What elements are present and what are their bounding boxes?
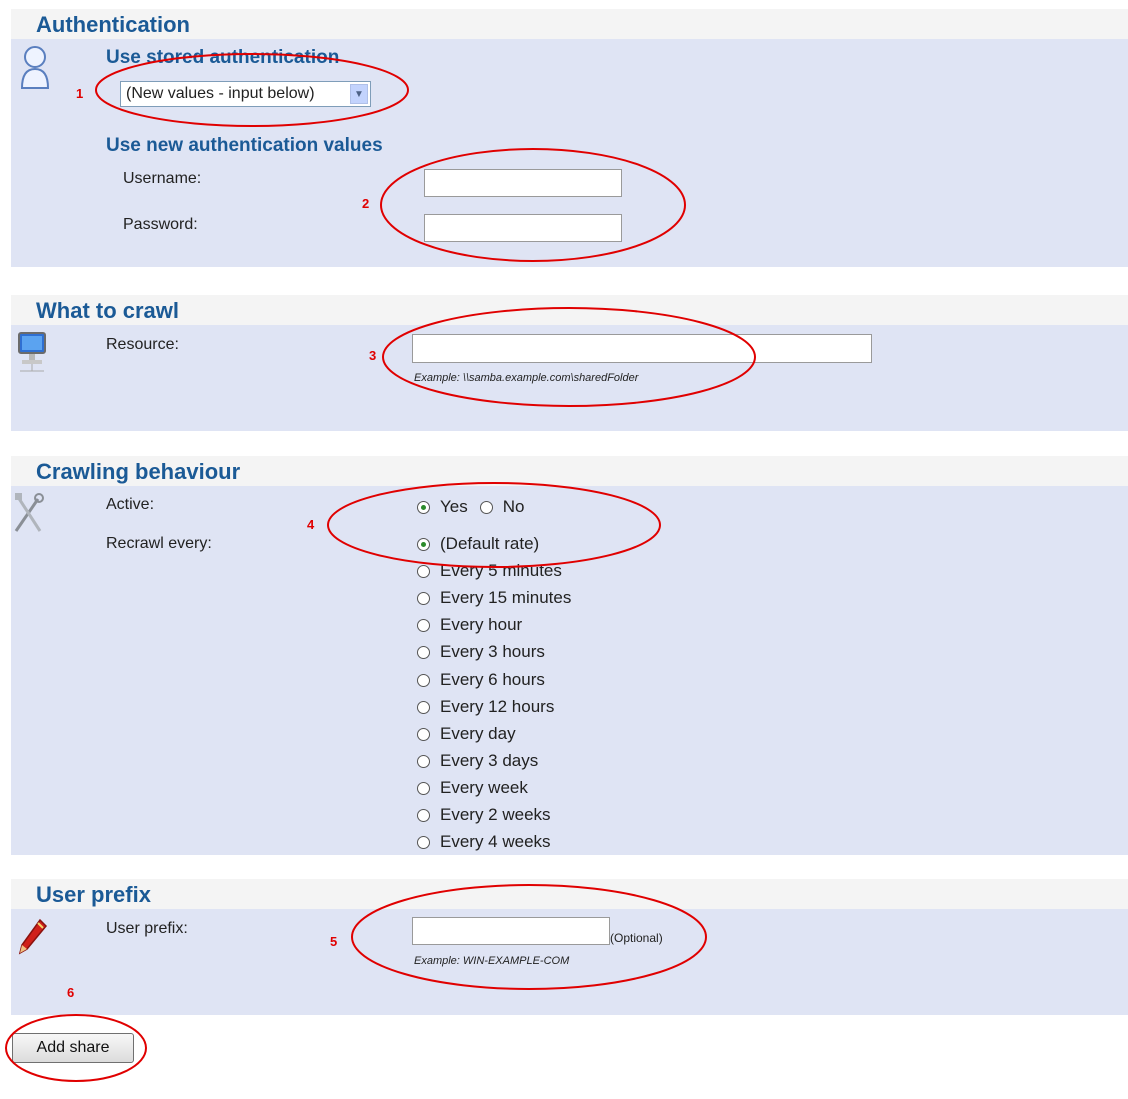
recrawl-option-radio[interactable] bbox=[417, 700, 430, 714]
annotation-6: 6 bbox=[67, 985, 75, 1000]
username-input[interactable] bbox=[424, 169, 622, 197]
user-prefix-label: User prefix: bbox=[106, 920, 188, 937]
recrawl-option-label: Every 3 days bbox=[440, 751, 539, 770]
active-label: Active: bbox=[106, 496, 155, 513]
recrawl-option-radio[interactable] bbox=[417, 645, 430, 659]
recrawl-option-label: Every 6 hours bbox=[440, 670, 545, 689]
computer-icon bbox=[16, 331, 48, 375]
recrawl-option-label: Every day bbox=[440, 724, 516, 743]
new-auth-heading: Use new authentication values bbox=[106, 135, 383, 156]
stored-auth-heading: Use stored authentication bbox=[106, 47, 340, 68]
active-yes-label: Yes bbox=[440, 497, 468, 516]
recrawl-option-radio[interactable] bbox=[417, 808, 430, 822]
recrawl-option: (Default rate) bbox=[417, 532, 539, 556]
recrawl-option-radio[interactable] bbox=[417, 781, 430, 795]
recrawl-option: Every day bbox=[417, 722, 516, 746]
password-label: Password: bbox=[123, 216, 198, 233]
resource-example: Example: \\samba.example.com\sharedFolde… bbox=[414, 372, 639, 384]
recrawl-option: Every 3 hours bbox=[417, 640, 545, 664]
recrawl-label: Recrawl every: bbox=[106, 535, 212, 552]
recrawl-option: Every hour bbox=[417, 613, 522, 637]
pen-icon bbox=[16, 917, 48, 957]
resource-label: Resource: bbox=[106, 336, 179, 353]
recrawl-option-label: Every hour bbox=[440, 615, 523, 634]
recrawl-option: Every 4 weeks bbox=[417, 830, 551, 854]
user-prefix-input[interactable] bbox=[412, 917, 610, 945]
user-icon bbox=[18, 44, 52, 90]
recrawl-option: Every 2 weeks bbox=[417, 803, 551, 827]
chevron-down-icon[interactable]: ▼ bbox=[350, 84, 368, 104]
recrawl-option-radio[interactable] bbox=[417, 537, 430, 551]
recrawl-option-label: Every 4 weeks bbox=[440, 832, 551, 851]
recrawl-option-label: Every 3 hours bbox=[440, 642, 545, 661]
authentication-title: Authentication bbox=[36, 12, 190, 37]
recrawl-option-radio[interactable] bbox=[417, 673, 430, 687]
resource-input[interactable] bbox=[412, 334, 872, 363]
recrawl-option-radio[interactable] bbox=[417, 835, 430, 849]
user-prefix-example: Example: WIN-EXAMPLE-COM bbox=[414, 955, 570, 967]
active-no-radio[interactable] bbox=[479, 500, 493, 514]
recrawl-option-radio[interactable] bbox=[417, 564, 430, 578]
annotation-1: 1 bbox=[76, 86, 84, 101]
recrawl-option: Every 6 hours bbox=[417, 668, 545, 692]
recrawl-option: Every 5 minutes bbox=[417, 559, 562, 583]
recrawl-option-radio[interactable] bbox=[417, 618, 430, 632]
password-input[interactable] bbox=[424, 214, 622, 242]
active-yes-radio[interactable] bbox=[417, 500, 430, 514]
recrawl-option-label: Every 5 minutes bbox=[440, 561, 562, 580]
recrawl-option-label: Every 2 weeks bbox=[440, 805, 551, 824]
username-label: Username: bbox=[123, 170, 202, 187]
active-radio-group: Yes No bbox=[417, 495, 524, 519]
tools-icon bbox=[12, 491, 44, 535]
recrawl-option-label: (Default rate) bbox=[440, 534, 540, 553]
annotation-5: 5 bbox=[330, 934, 338, 949]
recrawl-option-radio[interactable] bbox=[417, 754, 430, 768]
recrawl-option-radio[interactable] bbox=[417, 727, 430, 741]
recrawl-option: Every 15 minutes bbox=[417, 586, 571, 610]
what-to-crawl-title: What to crawl bbox=[36, 298, 180, 323]
recrawl-option: Every week bbox=[417, 776, 528, 800]
active-no-label: No bbox=[502, 497, 525, 516]
optional-note: (Optional) bbox=[610, 931, 663, 945]
recrawl-option: Every 3 days bbox=[417, 749, 538, 773]
stored-auth-select-value: (New values - input below) bbox=[126, 85, 315, 102]
user-prefix-title: User prefix bbox=[36, 882, 151, 907]
recrawl-option-label: Every week bbox=[440, 778, 528, 797]
crawling-title: Crawling behaviour bbox=[36, 459, 241, 484]
annotation-4: 4 bbox=[307, 517, 315, 532]
add-share-button[interactable]: Add share bbox=[12, 1033, 134, 1063]
recrawl-option-label: Every 12 hours bbox=[440, 697, 555, 716]
annotation-3: 3 bbox=[369, 348, 377, 363]
stored-auth-select[interactable]: (New values - input below) ▼ bbox=[120, 81, 371, 107]
recrawl-option: Every 12 hours bbox=[417, 695, 554, 719]
annotation-2: 2 bbox=[362, 196, 370, 211]
recrawl-option-label: Every 15 minutes bbox=[440, 588, 572, 607]
user-prefix-header bbox=[11, 879, 1128, 909]
recrawl-option-radio[interactable] bbox=[417, 591, 430, 605]
